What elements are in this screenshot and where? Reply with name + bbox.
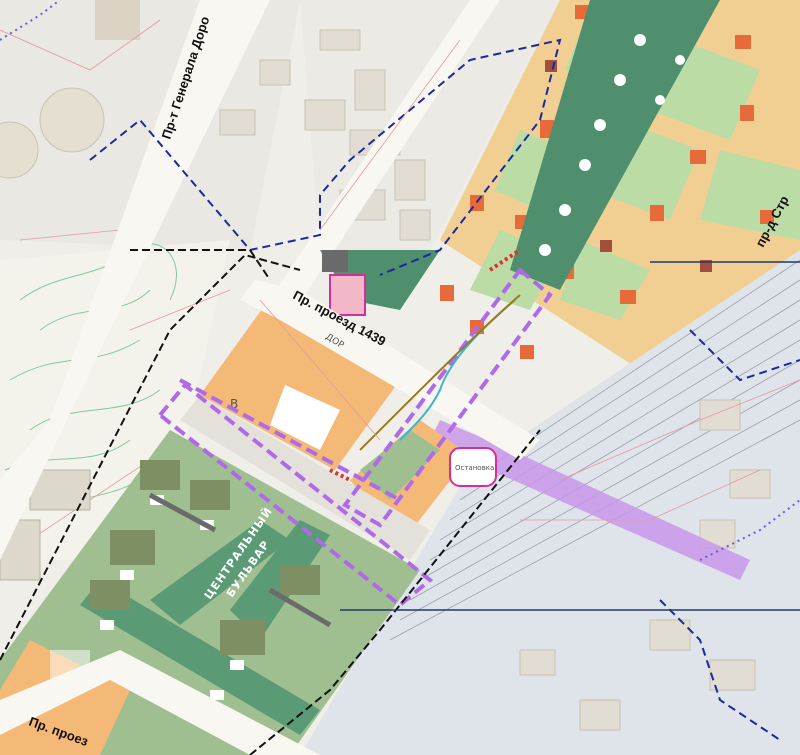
tank-right <box>39 87 105 153</box>
map-canvas[interactable]: В ЦЕНТРАЛЬНЫЙ БУЛЬВАР Остановка ДОР Пр-т… <box>0 0 800 755</box>
stop-label: Остановка <box>455 464 494 472</box>
map-view[interactable]: В ЦЕНТРАЛЬНЫЙ БУЛЬВАР Остановка ДОР Пр-т… <box>0 0 800 755</box>
building-center-grey <box>322 250 348 272</box>
building-nw <box>95 0 140 40</box>
